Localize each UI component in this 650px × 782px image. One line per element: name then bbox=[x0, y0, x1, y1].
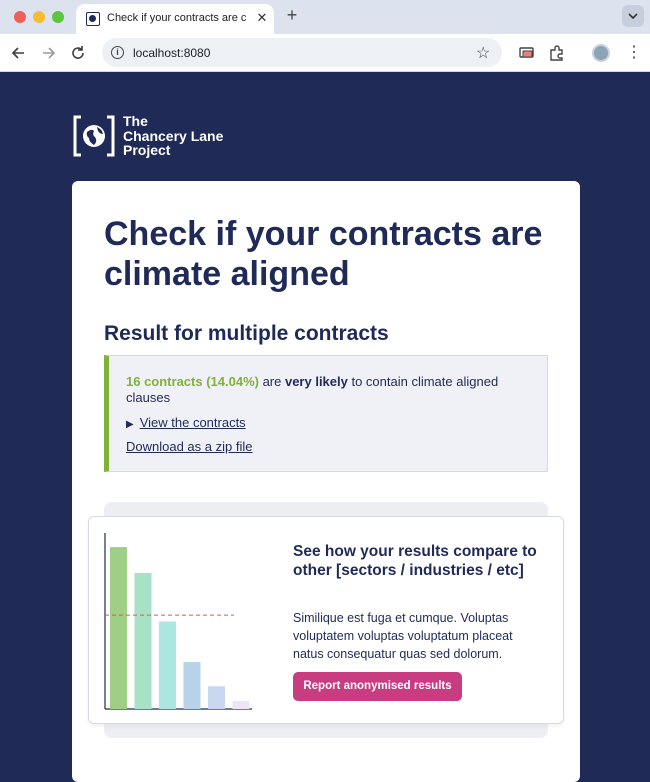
chart-bar bbox=[110, 547, 127, 709]
extensions-icon[interactable] bbox=[547, 43, 567, 63]
results-heading: Result for multiple contracts bbox=[104, 322, 389, 345]
bookmark-star-icon[interactable]: ☆ bbox=[476, 43, 490, 63]
chart-bar bbox=[159, 621, 176, 709]
back-arrow-icon bbox=[11, 47, 24, 59]
reload-icon bbox=[72, 46, 84, 59]
forward-arrow-icon bbox=[43, 47, 56, 59]
forward-button[interactable] bbox=[38, 43, 58, 63]
compare-results-panel: See how your results compare to other [s… bbox=[88, 516, 564, 724]
report-anonymised-results-button[interactable]: Report anonymised results bbox=[293, 672, 462, 701]
promo-description: Similique est fuga et cumque. Voluptas v… bbox=[293, 611, 513, 661]
back-button[interactable] bbox=[9, 43, 29, 63]
result-summary-box: 16 contracts (14.04%) are very likely to… bbox=[104, 355, 548, 472]
reload-button[interactable] bbox=[68, 43, 88, 63]
info-icon[interactable]: i bbox=[111, 46, 124, 59]
profile-avatar[interactable] bbox=[592, 44, 610, 62]
logo-wordmark: The Chancery Lane Project bbox=[123, 113, 224, 158]
url-text[interactable]: localhost:8080 bbox=[133, 46, 210, 60]
cast-icon[interactable] bbox=[517, 43, 537, 63]
view-contracts-link[interactable]: View the contracts bbox=[140, 415, 246, 430]
contract-count: 16 contracts (14.04%) bbox=[126, 374, 259, 389]
chevron-down-icon bbox=[628, 13, 638, 19]
favicon-icon bbox=[86, 12, 100, 26]
globe-bracket-icon bbox=[73, 115, 115, 157]
address-bar[interactable]: i localhost:8080 ☆ bbox=[102, 38, 502, 67]
tab-title: Check if your contracts are climate alig… bbox=[107, 12, 247, 24]
chart-bar bbox=[208, 686, 225, 709]
tab-close-button[interactable]: ✕ bbox=[254, 9, 270, 27]
site-logo[interactable]: The Chancery Lane Project bbox=[72, 114, 252, 162]
browser-tabstrip: Check if your contracts are climate alig… bbox=[0, 0, 650, 34]
results-bar-chart bbox=[104, 533, 252, 710]
close-window-button[interactable] bbox=[14, 11, 26, 23]
browser-toolbar: i localhost:8080 ☆ ⋮ bbox=[0, 34, 650, 72]
chart-bar bbox=[183, 662, 201, 709]
tab-search-button[interactable] bbox=[622, 5, 644, 27]
maximize-window-button[interactable] bbox=[52, 11, 64, 23]
result-summary-text: 16 contracts (14.04%) are very likely to… bbox=[126, 374, 526, 406]
browser-tab[interactable]: Check if your contracts are climate alig… bbox=[76, 4, 274, 34]
view-contracts-toggle[interactable]: ▶ View the contracts bbox=[126, 415, 246, 430]
disclosure-triangle-icon: ▶ bbox=[126, 419, 134, 430]
chart-bar bbox=[232, 700, 250, 709]
more-menu-icon[interactable]: ⋮ bbox=[626, 43, 642, 63]
promo-heading: See how your results compare to other [s… bbox=[293, 543, 537, 579]
minimize-window-button[interactable] bbox=[33, 11, 45, 23]
result-text-part: are bbox=[258, 374, 285, 389]
page-title: Check if your contracts are climate alig… bbox=[104, 215, 543, 293]
likelihood-label: very likely bbox=[284, 374, 348, 389]
chart-bar bbox=[134, 573, 152, 709]
new-tab-button[interactable]: + bbox=[282, 5, 302, 25]
download-zip-link[interactable]: Download as a zip file bbox=[126, 439, 252, 454]
